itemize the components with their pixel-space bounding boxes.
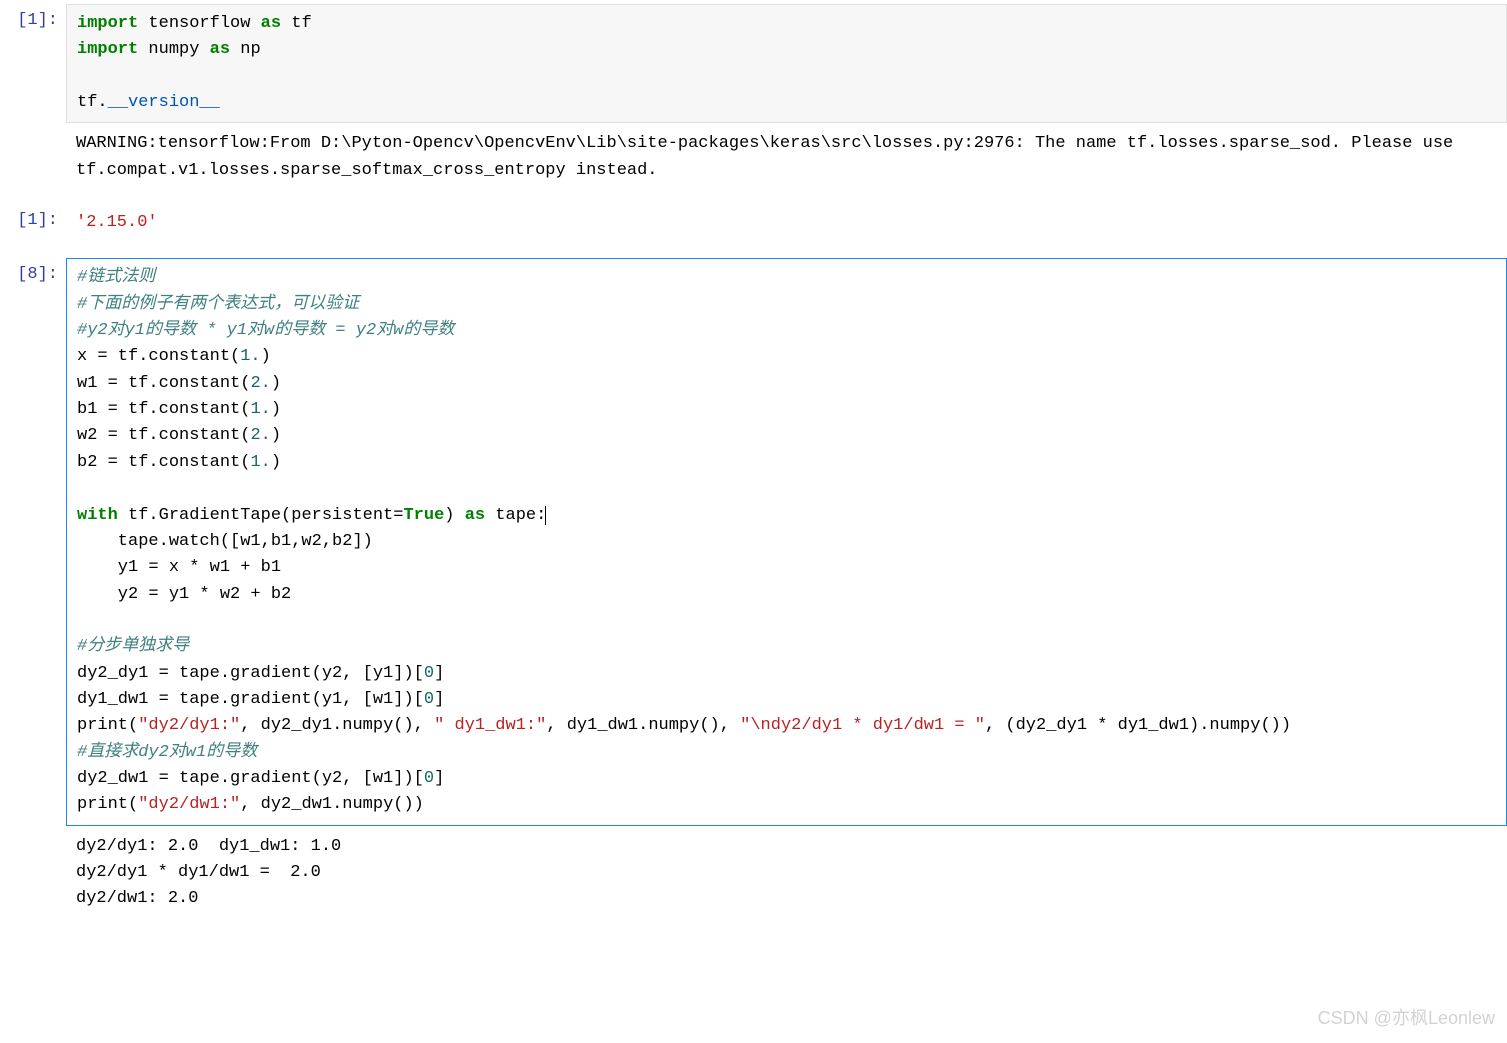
out-line: dy2/dw1: 2.0: [76, 889, 198, 908]
version-string: '2.15.0': [76, 213, 158, 232]
code-line: dy2_dw1 = tape.gradient(y2, [w1])[: [77, 769, 424, 788]
cell-1: [1]: import tensorflow as tf import nump…: [0, 4, 1507, 123]
kw-as: as: [210, 40, 230, 59]
cell-1-out-value: '2.15.0': [66, 204, 1507, 242]
number: 0: [424, 690, 434, 709]
spacer: [0, 244, 1507, 258]
code-line: w2 = tf.constant(: [77, 426, 250, 445]
alias-np: np: [230, 40, 261, 59]
tf-obj: tf.: [77, 93, 108, 112]
code-line: print(: [77, 716, 138, 735]
notebook: [1]: import tensorflow as tf import nump…: [0, 0, 1507, 941]
spacer-prompt: [0, 125, 66, 129]
code-line: ): [444, 506, 464, 525]
cell-8-code[interactable]: #链式法则 #下面的例子有两个表达式，可以验证 #y2对y1的导数 * y1对w…: [66, 258, 1507, 825]
code-line: ): [271, 426, 281, 445]
out-line: dy2/dy1 * dy1/dw1 = 2.0: [76, 863, 321, 882]
code-line: w1 = tf.constant(: [77, 374, 250, 393]
code-line: ): [271, 400, 281, 419]
comment: #直接求dy2对w1的导数: [77, 743, 257, 762]
code-line: tape.watch([w1,b1,w2,b2]): [77, 532, 373, 551]
mod-tensorflow: tensorflow: [138, 14, 260, 33]
string: " dy1_dw1:": [434, 716, 546, 735]
cell-8-prompt: [8]:: [0, 258, 66, 288]
code-line: dy1_dw1 = tape.gradient(y1, [w1])[: [77, 690, 424, 709]
mod-numpy: numpy: [138, 40, 209, 59]
watermark: CSDN @亦枫Leonlew: [1318, 1005, 1495, 1033]
bool-true: True: [403, 506, 444, 525]
code-line: y1 = x * w1 + b1: [77, 558, 281, 577]
number: 1.: [240, 347, 260, 366]
number: 0: [424, 769, 434, 788]
code-line: y2 = y1 * w2 + b2: [77, 585, 291, 604]
string: "dy2/dw1:": [138, 795, 240, 814]
code-line: tf.GradientTape(persistent=: [118, 506, 404, 525]
string: "dy2/dy1:": [138, 716, 240, 735]
warning-text: WARNING:tensorflow:From D:\Pyton-Opencv\…: [66, 125, 1507, 190]
cell-8-stdout: dy2/dy1: 2.0 dy1_dw1: 1.0 dy2/dy1 * dy1/…: [66, 828, 1507, 919]
kw-import: import: [77, 14, 138, 33]
code-line: tape:: [485, 506, 546, 525]
code-line: , dy1_dw1.numpy(),: [546, 716, 740, 735]
code-line: ): [271, 453, 281, 472]
code-line: dy2_dy1 = tape.gradient(y2, [y1])[: [77, 664, 424, 683]
code-line: ): [261, 347, 271, 366]
cell-8: [8]: #链式法则 #下面的例子有两个表达式，可以验证 #y2对y1的导数 *…: [0, 258, 1507, 825]
code-line: print(: [77, 795, 138, 814]
number: 1.: [250, 453, 270, 472]
kw-as: as: [261, 14, 281, 33]
code-line: , dy2_dw1.numpy()): [240, 795, 424, 814]
kw-import: import: [77, 40, 138, 59]
code-line: ]: [434, 664, 444, 683]
kw-with: with: [77, 506, 118, 525]
code-line: b2 = tf.constant(: [77, 453, 250, 472]
alias-tf: tf: [281, 14, 312, 33]
out-line: dy2/dy1: 2.0 dy1_dw1: 1.0: [76, 837, 341, 856]
code-line: , (dy2_dy1 * dy1_dw1).numpy()): [985, 716, 1291, 735]
cell-1-code[interactable]: import tensorflow as tf import numpy as …: [66, 4, 1507, 123]
cell-1-output: [1]: '2.15.0': [0, 204, 1507, 242]
code-line: ]: [434, 690, 444, 709]
cell-1-prompt: [1]:: [0, 4, 66, 34]
spacer: [0, 192, 1507, 204]
comment: #链式法则: [77, 268, 155, 287]
comment: #下面的例子有两个表达式，可以验证: [77, 295, 359, 314]
cell-8-output: dy2/dy1: 2.0 dy1_dw1: 1.0 dy2/dy1 * dy1/…: [0, 828, 1507, 919]
code-line: x = tf.constant(: [77, 347, 240, 366]
code-line: b1 = tf.constant(: [77, 400, 250, 419]
number: 0: [424, 664, 434, 683]
number: 2.: [250, 426, 270, 445]
version-attr: __version__: [108, 93, 220, 112]
cell-1-warning: WARNING:tensorflow:From D:\Pyton-Opencv\…: [0, 125, 1507, 190]
kw-as: as: [465, 506, 485, 525]
code-line: , dy2_dy1.numpy(),: [240, 716, 434, 735]
comment: #分步单独求导: [77, 637, 189, 656]
comment: #y2对y1的导数 * y1对w的导数 = y2对w的导数: [77, 321, 454, 340]
number: 2.: [250, 374, 270, 393]
cell-1-out-prompt: [1]:: [0, 204, 66, 234]
spacer-prompt: [0, 828, 66, 832]
string: "\ndy2/dy1 * dy1/dw1 = ": [740, 716, 985, 735]
code-line: ): [271, 374, 281, 393]
number: 1.: [250, 400, 270, 419]
code-line: ]: [434, 769, 444, 788]
